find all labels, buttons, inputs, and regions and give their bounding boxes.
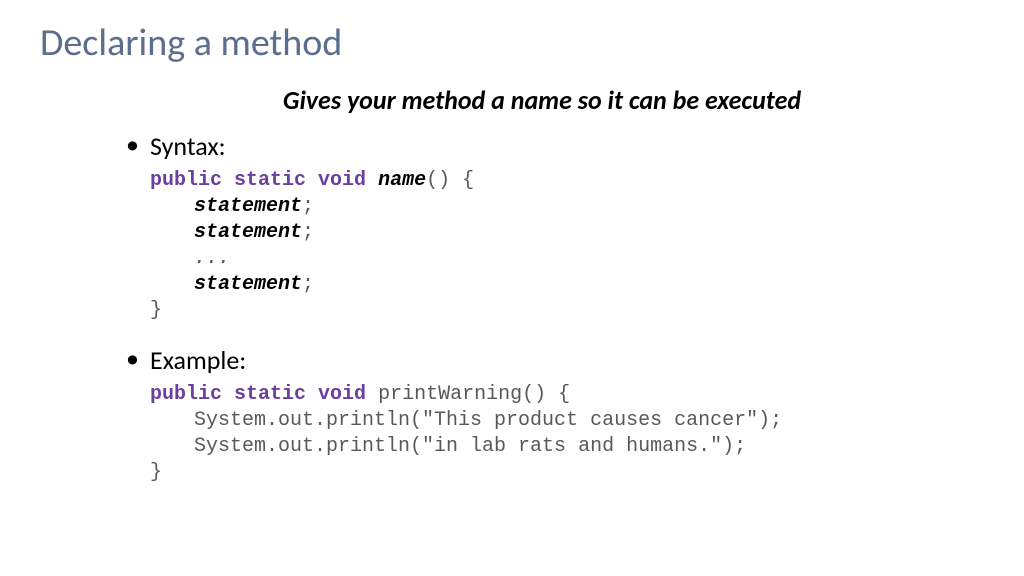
- example-keywords: public static void: [150, 383, 366, 406]
- example-line-decl: public static void printWarning() {: [150, 382, 984, 408]
- bullet-example: Example:: [150, 344, 984, 376]
- slide-title: Declaring a method: [40, 20, 984, 66]
- bullet-syntax: Syntax:: [150, 130, 984, 162]
- syntax-ellipsis: ...: [150, 246, 230, 272]
- syntax-method-name: name: [378, 169, 426, 192]
- example-stmt-2: System.out.println("in lab rats and huma…: [150, 434, 746, 460]
- syntax-stmt: statement: [194, 221, 302, 244]
- example-code-block: public static void printWarning() { Syst…: [150, 382, 984, 486]
- syntax-semi: ;: [302, 221, 314, 244]
- syntax-open: () {: [426, 169, 474, 192]
- syntax-line-ellipsis: ...: [150, 246, 984, 272]
- syntax-stmt: statement: [194, 195, 302, 218]
- syntax-semi: ;: [302, 273, 314, 296]
- example-stmt-1: System.out.println("This product causes …: [150, 408, 782, 434]
- example-close: }: [150, 460, 984, 486]
- syntax-line-stmtN: statement;: [150, 272, 984, 298]
- syntax-line-stmt2: statement;: [150, 220, 984, 246]
- syntax-line-decl: public static void name() {: [150, 168, 984, 194]
- syntax-semi: ;: [302, 195, 314, 218]
- example-line-2: System.out.println("in lab rats and huma…: [150, 434, 984, 460]
- syntax-line-stmt1: statement;: [150, 194, 984, 220]
- syntax-code-block: public static void name() { statement; s…: [150, 168, 984, 324]
- example-method-name: printWarning() {: [378, 383, 570, 406]
- syntax-stmt: statement: [194, 273, 302, 296]
- slide-content: Syntax: public static void name() { stat…: [40, 130, 984, 486]
- syntax-keywords: public static void: [150, 169, 366, 192]
- syntax-close: }: [150, 298, 984, 324]
- example-line-1: System.out.println("This product causes …: [150, 408, 984, 434]
- slide-subtitle: Gives your method a name so it can be ex…: [40, 84, 984, 116]
